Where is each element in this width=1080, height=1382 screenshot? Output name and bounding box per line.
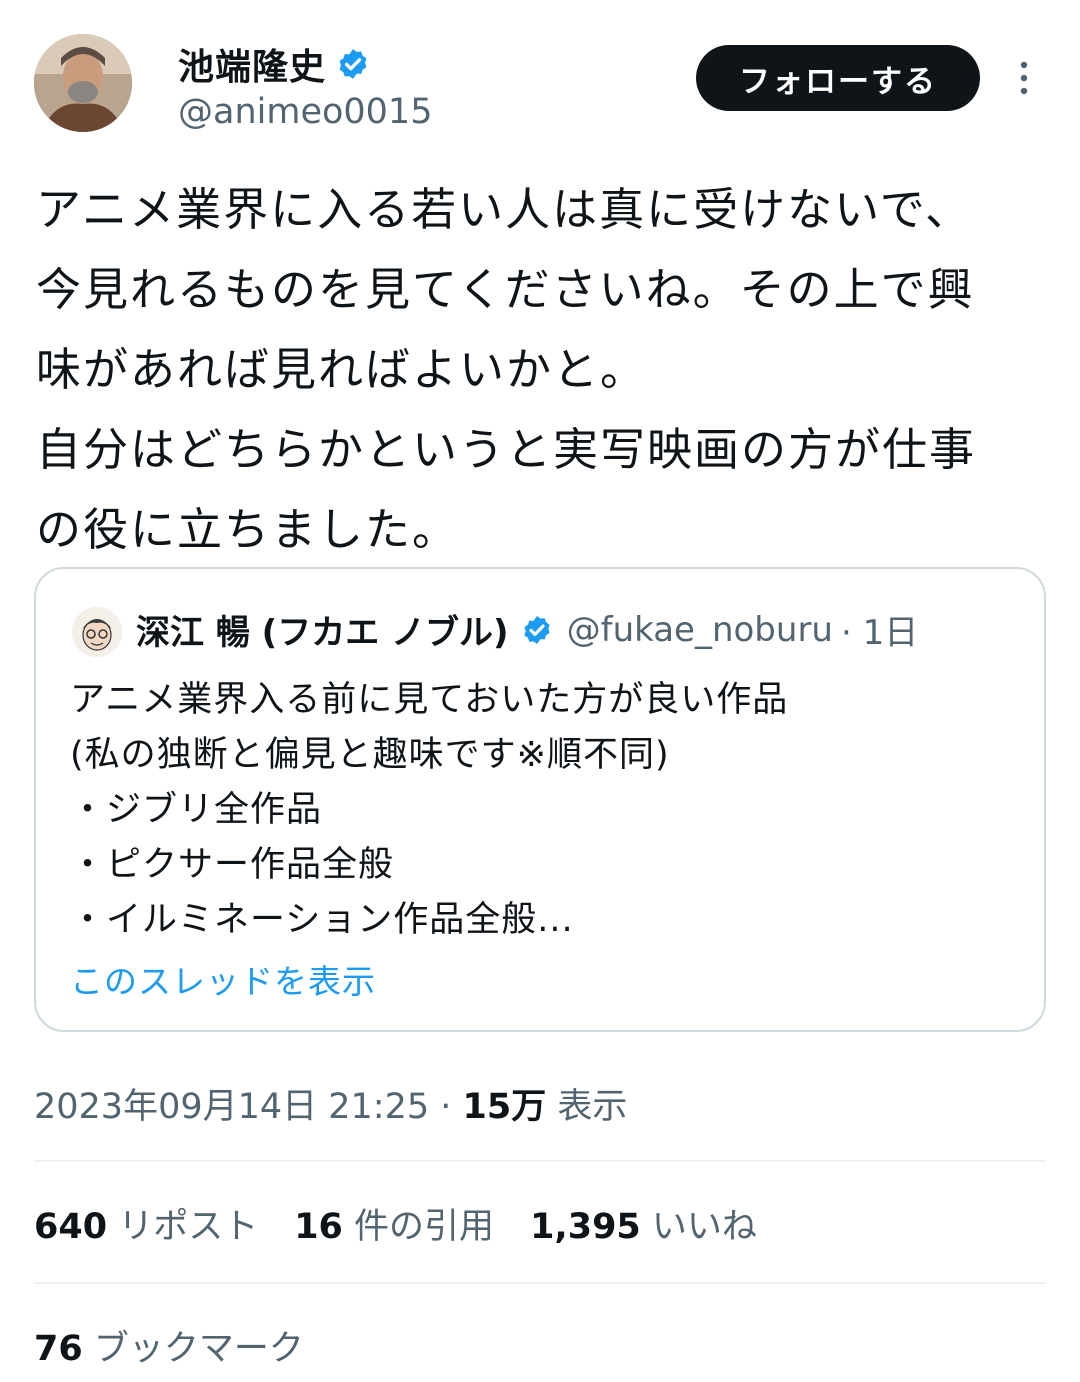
views-label: 表示	[546, 1087, 628, 1127]
quoted-text-line: (私の独断と偏見と趣味です※順不同)	[70, 735, 670, 775]
author-name-row[interactable]: 池端隆史	[178, 38, 370, 90]
quoted-tweet-header: 深江 暢 (フカエ ノブル) @fukae_noburu · 1日	[136, 605, 918, 654]
tweet-text-line: の役に立ちました。	[36, 503, 460, 556]
tweet-header: 池端隆史 @animeo0015 フォローする	[0, 0, 1080, 150]
quoted-author-avatar[interactable]	[72, 607, 122, 657]
more-options-icon[interactable]	[1012, 58, 1036, 98]
bookmarks-label: ブックマーク	[82, 1329, 304, 1369]
likes-label: いいね	[640, 1207, 757, 1247]
author-avatar[interactable]	[34, 34, 132, 132]
quoted-text-line: アニメ業界入る前に見ておいた方が良い作品	[70, 680, 789, 720]
verified-badge-icon	[339, 49, 367, 79]
tweet-text-line: アニメ業界に入る若い人は真に受けないで、	[36, 183, 972, 236]
quoted-text-line: ・イルミネーション作品全般...	[70, 900, 574, 940]
divider	[34, 1282, 1046, 1284]
quotes-label: 件の引用	[342, 1207, 495, 1247]
show-thread-link[interactable]: このスレッドを表示	[70, 955, 376, 1003]
author-display-name[interactable]: 池端隆史	[178, 38, 326, 90]
likes-stat[interactable]: 1,395 いいね	[530, 1198, 757, 1249]
quoted-text-line: ・ピクサー作品全般	[70, 845, 395, 885]
quotes-stat[interactable]: 16 件の引用	[294, 1198, 494, 1249]
divider	[34, 1160, 1046, 1162]
bookmarks-count: 76	[34, 1329, 83, 1369]
reposts-count: 640	[34, 1207, 108, 1247]
tweet-text-line: 自分はどちらかというと実写映画の方が仕事	[36, 423, 977, 476]
follow-button[interactable]: フォローする	[696, 45, 980, 111]
tweet-text-line: 味があれば見ればよいかと。	[36, 343, 648, 396]
quoted-tweet-time: · 1日	[840, 613, 919, 653]
views-count: 15万	[462, 1087, 547, 1127]
likes-count: 1,395	[530, 1207, 641, 1247]
reposts-stat[interactable]: 640 リポスト	[34, 1198, 258, 1249]
quoted-author-handle[interactable]: @fukae_noburu	[567, 610, 833, 650]
engagement-stats: 640 リポスト 16 件の引用 1,395 いいね	[34, 1198, 793, 1249]
tweet-meta: 2023年09月14日 21:25 · 15万 表示	[34, 1078, 627, 1129]
tweet-text-line: 今見れるものを見てくださいね。その上で興	[36, 263, 975, 316]
tweet-text: アニメ業界に入る若い人は真に受けないで、 今見れるものを見てくださいね。その上で…	[36, 170, 1046, 570]
reposts-label: リポスト	[107, 1207, 259, 1247]
bookmarks-stat[interactable]: 76 ブックマーク	[34, 1320, 304, 1371]
verified-badge-icon	[523, 615, 550, 644]
quoted-tweet-card[interactable]: 深江 暢 (フカエ ノブル) @fukae_noburu · 1日 アニメ業界入…	[34, 567, 1046, 1032]
quoted-author-name[interactable]: 深江 暢 (フカエ ノブル)	[136, 605, 509, 654]
quoted-text-line: ・ジブリ全作品	[70, 790, 323, 830]
quoted-tweet-text: アニメ業界入る前に見ておいた方が良い作品 (私の独断と偏見と趣味です※順不同) …	[70, 673, 788, 948]
author-handle[interactable]: @animeo0015	[178, 92, 432, 132]
quotes-count: 16	[294, 1207, 343, 1247]
tweet-timestamp[interactable]: 2023年09月14日 21:25	[34, 1087, 429, 1127]
meta-separator: ·	[429, 1087, 463, 1127]
